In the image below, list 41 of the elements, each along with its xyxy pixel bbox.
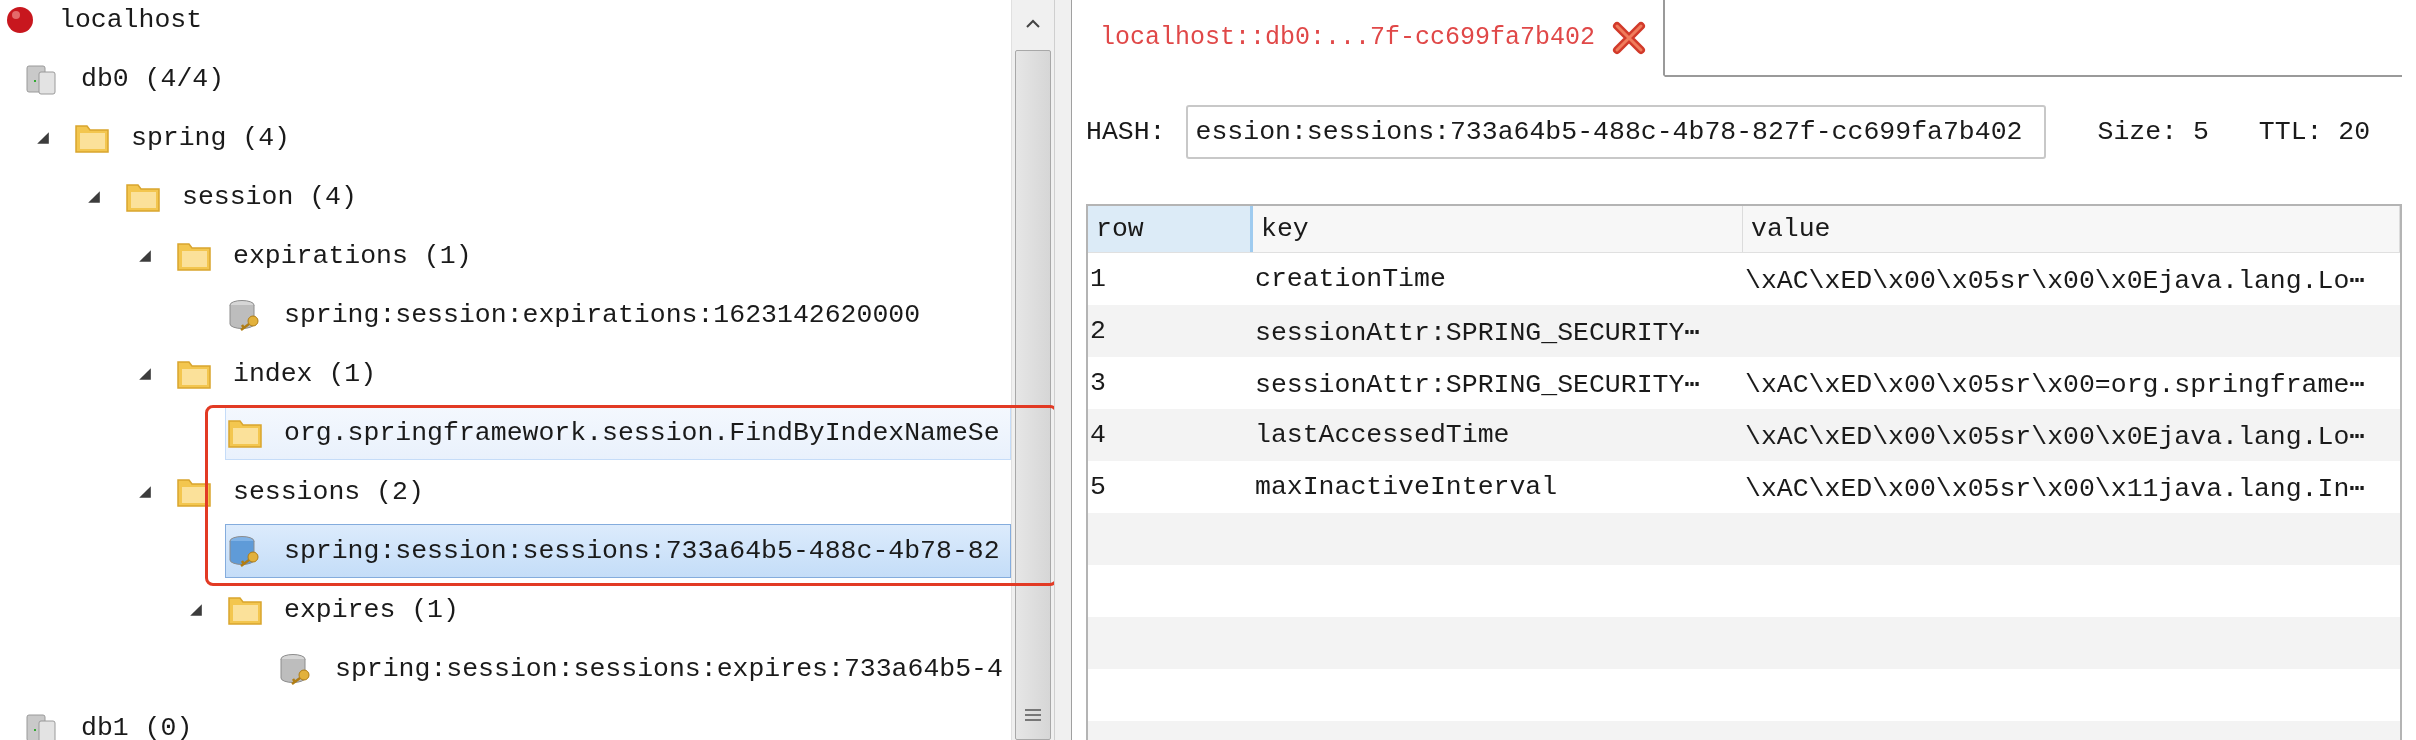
ttl-text: TTL: 20 [2258, 117, 2371, 147]
tree-item[interactable]: index (1) [174, 346, 1011, 401]
tree-item[interactable]: expires (1) [225, 582, 1011, 637]
table-cell-text: creationTime [1254, 263, 1447, 296]
column-header[interactable]: key [1253, 206, 1743, 252]
size-text: Size: 5 [2097, 117, 2209, 147]
tree-item[interactable]: db1 (0) [22, 700, 1011, 740]
column-header[interactable]: row [1088, 206, 1253, 252]
hash-label: HASH: [1086, 117, 1166, 147]
tree-item[interactable]: localhost [0, 0, 1011, 47]
column-header[interactable]: value [1743, 206, 2400, 252]
table-cell-text: \xAC\xED\x00\x05sr\x00=org.springframe⋯ [1744, 368, 2367, 402]
table-cell-text: 2 [1089, 315, 1107, 348]
tree-item[interactable]: sessions (2) [174, 464, 1011, 519]
tree-item[interactable]: spring:session:sessions:733a64b5-488c-4b78-82 [225, 523, 1011, 578]
table-cell-text: sessionAttr:SPRING_SECURITY⋯ [1254, 316, 1702, 350]
table-cell-text: maxInactiveInterval [1254, 471, 1559, 504]
scrollbar-thumb[interactable] [1015, 50, 1051, 740]
collapse-arrow-icon[interactable] [138, 248, 152, 263]
tree-item[interactable]: db0 (4/4) [22, 51, 1011, 106]
tree-item[interactable]: org.springframework.session.FindByIndexNameSe [225, 405, 1011, 460]
table-cell-text: \xAC\xED\x00\x05sr\x00\x0Ejava.lang.Lo⋯ [1744, 264, 2367, 298]
table-cell-text: sessionAttr:SPRING_SECURITY⋯ [1254, 368, 1702, 402]
tree-item[interactable]: spring (4) [72, 110, 1011, 165]
tree-item[interactable]: expirations (1) [174, 228, 1011, 283]
key-name-field[interactable]: ession:sessions:733a64b5-488c-4b78-827f-cc699fa7b402 [1185, 105, 2046, 159]
table-cell-text: 3 [1089, 367, 1107, 400]
tree-item[interactable]: spring:session:expirations:1623142620000 [225, 287, 1011, 342]
collapse-arrow-icon[interactable] [138, 366, 152, 381]
tree-item[interactable]: spring:session:sessions:expires:733a64b5-4 [276, 641, 1011, 696]
collapse-arrow-icon[interactable] [87, 189, 101, 204]
collapse-arrow-icon[interactable] [138, 484, 152, 499]
table-cell-text: 5 [1089, 471, 1107, 504]
table-cell-text: \xAC\xED\x00\x05sr\x00\x0Ejava.lang.Lo⋯ [1744, 420, 2367, 454]
table-cell-text: lastAccessedTime [1254, 419, 1511, 452]
table-cell-text: 1 [1089, 263, 1107, 296]
collapse-arrow-icon[interactable] [189, 602, 203, 617]
table-cell-text: \xAC\xED\x00\x05sr\x00\x11java.lang.In⋯ [1744, 472, 2367, 506]
tree-item[interactable]: session (4) [123, 169, 1011, 224]
table-cell-text: 4 [1089, 419, 1107, 452]
collapse-arrow-icon[interactable] [36, 130, 50, 145]
